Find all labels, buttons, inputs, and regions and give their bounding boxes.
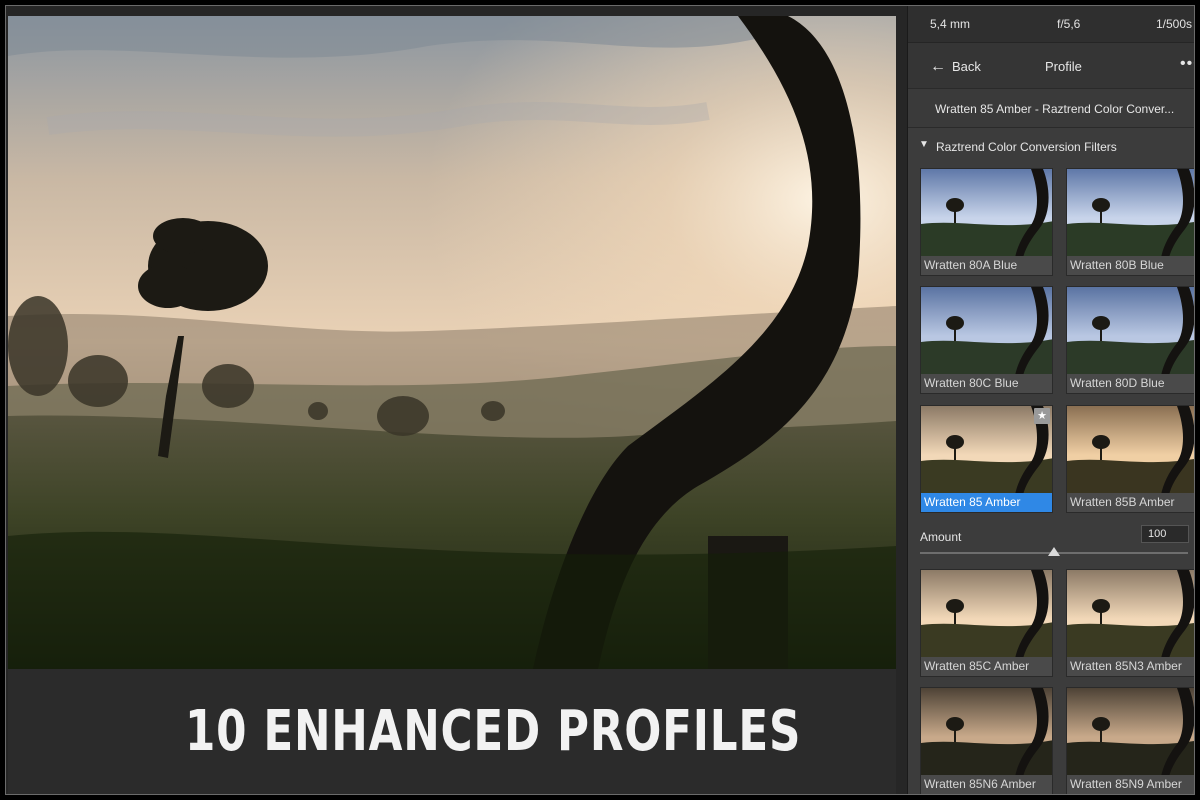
profile-preview-image: [1067, 406, 1194, 495]
profile-thumbnail-label: Wratten 85N6 Amber: [921, 775, 1052, 794]
exif-focal-length: 5,4 mm: [930, 17, 971, 31]
amount-label: Amount: [920, 530, 962, 544]
back-button[interactable]: ← Back: [930, 57, 981, 75]
profile-thumbnail[interactable]: ★ Wratten 85 Amber: [920, 405, 1053, 513]
profile-thumbnail-label: Wratten 80C Blue: [921, 374, 1052, 393]
amount-slider-handle[interactable]: [1048, 547, 1060, 556]
profile-panel: 5,4 mm f/5,6 1/500s ← Back Profile ••• W…: [907, 6, 1194, 794]
favorite-star-icon[interactable]: ★: [1034, 408, 1050, 424]
exif-bar: 5,4 mm f/5,6 1/500s: [908, 6, 1194, 42]
profile-thumbnail[interactable]: Wratten 85N9 Amber: [1066, 687, 1194, 794]
profile-group-header[interactable]: ▼ Raztrend Color Conversion Filters: [908, 136, 1194, 158]
exif-aperture: f/5,6: [1057, 17, 1081, 31]
current-profile-name: Wratten 85 Amber - Raztrend Color Conver…: [908, 88, 1194, 128]
profile-preview-image: [921, 570, 1052, 659]
profile-thumbnail[interactable]: Wratten 80D Blue: [1066, 286, 1194, 394]
caption-title: 10 ENHANCED PROFILES: [185, 699, 802, 764]
profile-preview-image: [1067, 169, 1194, 258]
profile-thumbnail[interactable]: Wratten 85N3 Amber: [1066, 569, 1194, 677]
profile-preview-image: [921, 287, 1052, 376]
main-photo: [8, 16, 896, 669]
profile-preview-image: [921, 169, 1052, 258]
profile-thumbnail[interactable]: Wratten 85C Amber: [920, 569, 1053, 677]
back-label: Back: [952, 59, 981, 74]
image-frame: 10 ENHANCED PROFILES 5,4 mm f/5,6 1/500s…: [0, 0, 1200, 800]
profile-thumbnail[interactable]: Wratten 80A Blue: [920, 168, 1053, 276]
profile-group-name: Raztrend Color Conversion Filters: [936, 140, 1117, 154]
profile-thumbnail[interactable]: Wratten 80C Blue: [920, 286, 1053, 394]
back-arrow-icon: ←: [930, 57, 946, 75]
collapse-triangle-icon: ▼: [919, 139, 929, 150]
profile-thumbnail-label: Wratten 85N9 Amber: [1067, 775, 1194, 794]
profile-thumbnail-label: Wratten 80B Blue: [1067, 256, 1194, 275]
profile-thumbnail[interactable]: Wratten 80B Blue: [1066, 168, 1194, 276]
profile-preview-image: [1067, 570, 1194, 659]
caption-bar: 10 ENHANCED PROFILES: [8, 669, 896, 794]
profile-thumbnail[interactable]: Wratten 85B Amber: [1066, 405, 1194, 513]
profile-thumbnail-label: Wratten 85N3 Amber: [1067, 657, 1194, 676]
profile-thumbnail-label: Wratten 80D Blue: [1067, 374, 1194, 393]
exif-shutter: 1/500s: [1156, 17, 1193, 31]
profile-thumbnail-label: Wratten 85 Amber: [921, 493, 1052, 512]
amount-input[interactable]: 100: [1141, 525, 1189, 543]
panel-title: Profile: [1045, 59, 1082, 74]
profile-preview-image: [921, 688, 1052, 777]
profile-preview-image: [1067, 688, 1194, 777]
profile-thumbnail-label: Wratten 85B Amber: [1067, 493, 1194, 512]
profile-thumbnail-label: Wratten 85C Amber: [921, 657, 1052, 676]
profile-thumbnail-label: Wratten 80A Blue: [921, 256, 1052, 275]
profile-preview-image: [1067, 287, 1194, 376]
profile-thumbnail[interactable]: Wratten 85N6 Amber: [920, 687, 1053, 794]
frame-inner: 10 ENHANCED PROFILES 5,4 mm f/5,6 1/500s…: [5, 5, 1195, 795]
current-profile-label: Wratten 85 Amber - Raztrend Color Conver…: [935, 102, 1175, 116]
amount-control: Amount 100: [908, 521, 1194, 561]
panel-header: ← Back Profile •••: [908, 42, 1194, 88]
more-options-icon[interactable]: •••: [1180, 55, 1194, 73]
